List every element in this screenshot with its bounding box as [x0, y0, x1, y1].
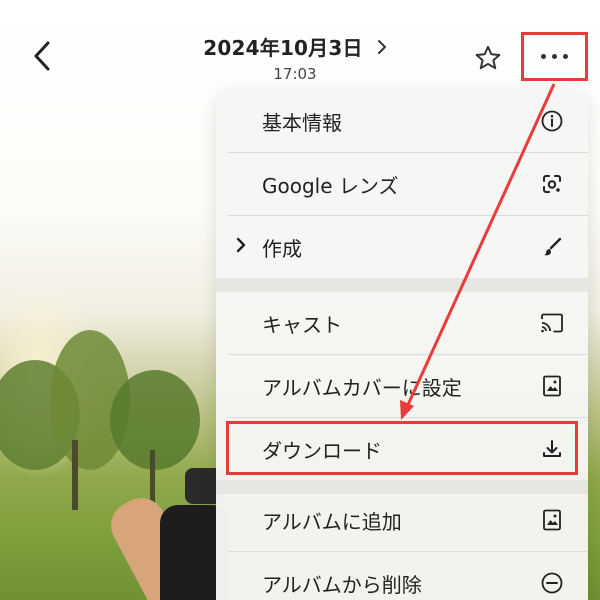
menu-item-label: 作成 — [262, 236, 302, 261]
download-icon — [538, 435, 566, 463]
photo-tree — [110, 370, 200, 470]
menu-item-create[interactable]: 作成 — [216, 216, 588, 278]
lens-icon — [538, 170, 566, 198]
menu-item-cast[interactable]: キャスト — [216, 292, 588, 354]
photo-tree-trunk — [72, 440, 78, 510]
menu-item-label: アルバムから削除 — [262, 572, 422, 597]
options-menu: 基本情報 Google レンズ 作成 キャスト アルバムカバーに設定 ダウンロー… — [216, 90, 588, 600]
more-horizontal-icon — [541, 54, 568, 59]
brush-icon — [538, 233, 566, 261]
menu-item-label: Google レンズ — [262, 173, 399, 198]
menu-item-label: 基本情報 — [262, 110, 342, 135]
favorite-button[interactable] — [470, 40, 506, 76]
chevron-left-icon — [34, 41, 50, 71]
menu-item-set-album-cover[interactable]: アルバムカバーに設定 — [216, 355, 588, 417]
menu-item-remove-from-album[interactable]: アルバムから削除 — [216, 552, 588, 600]
menu-item-download[interactable]: ダウンロード — [216, 418, 588, 480]
photo-date-title: 2024年10月3日 — [203, 32, 386, 61]
photo-date: 2024年10月3日 — [203, 36, 363, 60]
photo-time: 17:03 — [273, 65, 317, 83]
album-add-icon — [538, 506, 566, 534]
cast-icon — [538, 309, 566, 337]
chevron-right-icon — [236, 237, 246, 257]
menu-item-info[interactable]: 基本情報 — [216, 90, 588, 152]
chevron-right-icon — [377, 39, 386, 54]
back-button[interactable] — [22, 32, 62, 80]
album-icon — [538, 372, 566, 400]
top-bar: 2024年10月3日 17:03 — [0, 0, 600, 88]
menu-item-label: アルバムに追加 — [262, 509, 402, 534]
menu-item-label: ダウンロード — [262, 438, 382, 463]
menu-item-label: キャスト — [262, 312, 342, 337]
info-icon — [538, 107, 566, 135]
remove-circle-icon — [538, 569, 566, 597]
star-icon — [475, 45, 501, 70]
more-options-button[interactable] — [521, 32, 588, 81]
menu-item-add-to-album[interactable]: アルバムに追加 — [216, 489, 588, 551]
photo-info-header[interactable]: 2024年10月3日 17:03 — [170, 32, 420, 83]
menu-item-google-lens[interactable]: Google レンズ — [216, 153, 588, 215]
menu-item-label: アルバムカバーに設定 — [262, 375, 462, 400]
